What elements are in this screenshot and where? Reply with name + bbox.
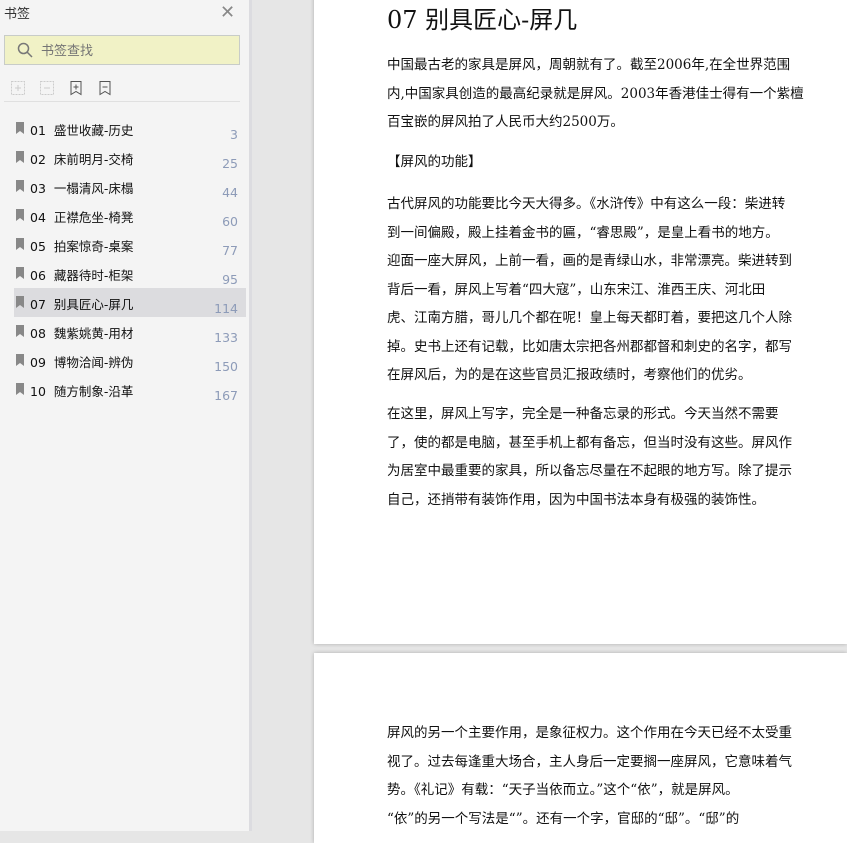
bookmark-item[interactable]: 06 藏器待时-柜架 95	[14, 259, 246, 288]
text-line: 为居室中最重要的家具，所以备忘尽量在不起眼的地方写。除了提示	[387, 463, 792, 479]
bookmark-label: 02 床前明月-交椅	[30, 152, 134, 167]
paragraph: 中国最古老的家具是屏风，周朝就有了。截至2006年,在全世界范围 内,中国家具创造…	[387, 51, 804, 137]
bookmark-item[interactable]: 01 盛世收藏-历史 3	[14, 114, 246, 143]
search-input[interactable]	[41, 42, 221, 58]
text-line: “依”的另一个写法是“”。还有一个字，官邸的“邸”。“邸”的	[387, 810, 740, 827]
text-line: 在这里，屏风上写字，完全是一种备忘录的形式。今天当然不需要	[387, 406, 779, 422]
bookmark-item[interactable]: 10 随方制象-沿革 167	[14, 375, 246, 404]
section-heading: 【屏风的功能】	[387, 154, 482, 170]
bookmark-icon	[16, 209, 24, 221]
bookmark-search[interactable]	[4, 35, 240, 65]
bookmark-icon	[16, 354, 24, 366]
panel-title: 书签	[4, 7, 31, 22]
page-number: 133	[214, 330, 238, 345]
paragraph: 在这里，屏风上写字，完全是一种备忘录的形式。今天当然不需要 了，使的都是电脑，甚至…	[387, 400, 792, 514]
bookmark-icon	[16, 325, 24, 337]
text-line: 中国最古老的家具是屏风，周朝就有了。截至2006年,在全世界范围	[387, 57, 791, 73]
bookmark-icon	[16, 296, 24, 308]
divider	[4, 101, 240, 102]
close-icon[interactable]: ✕	[220, 2, 235, 23]
text-line: 屏风的另一个主要作用，是象征权力。这个作用在今天已经不太受重	[387, 725, 792, 741]
page-number: 3	[230, 127, 238, 142]
bookmark-label: 10 随方制象-沿革	[30, 384, 134, 399]
remove-bookmark-icon[interactable]	[97, 80, 113, 96]
add-bookmark-icon[interactable]	[68, 80, 84, 96]
paragraph: 屏风的另一个主要作用，是象征权力。这个作用在今天已经不太受重 视了。过去每逢重大场…	[387, 719, 792, 833]
collapse-all-icon[interactable]	[39, 80, 55, 96]
bookmark-icon	[16, 122, 24, 134]
page-number: 25	[222, 156, 238, 171]
bookmark-label: 05 拍案惊奇-桌案	[30, 239, 134, 254]
bookmark-label: 07 别具匠心-屏几	[30, 297, 134, 312]
bookmark-item[interactable]: 05 拍案惊奇-桌案 77	[14, 230, 246, 259]
paragraph: 古代屏风的功能要比今天大得多。《水浒传》中有这么一段：柴进转 到一间偏殿，殿上挂着…	[387, 190, 792, 390]
page-number: 150	[214, 359, 238, 374]
bookmark-item[interactable]: 08 魏紫姚黄-用材 133	[14, 317, 246, 346]
text-line: 古代屏风的功能要比今天大得多。《水浒传》中有这么一段：柴进转	[387, 196, 786, 212]
page-number: 77	[222, 243, 238, 258]
bookmark-list: 01 盛世收藏-历史 3 02 床前明月-交椅 25 03 一榻清风-床榻 44 04 正襟…	[14, 114, 246, 404]
chapter-title: 07 别具匠心-屏几	[387, 6, 578, 34]
page-number: 60	[222, 214, 238, 229]
bookmark-label: 01 盛世收藏-历史	[30, 123, 134, 138]
page-number: 167	[214, 388, 238, 403]
bookmark-icon	[16, 151, 24, 163]
page-number: 114	[214, 301, 238, 316]
bookmark-item[interactable]: 03 一榻清风-床榻 44	[14, 172, 246, 201]
text-line: 百宝嵌的屏风拍了人民币大约2500万。	[387, 114, 624, 130]
text-line: 在屏风后，为的是在这些官员汇报政绩时，考察他们的优劣。	[387, 367, 752, 383]
page-number: 44	[222, 185, 238, 200]
text-line: 掉。史书上还有记载，比如唐太宗把各州郡都督和刺史的名字，都写	[387, 338, 792, 355]
bookmark-item[interactable]: 07 别具匠心-屏几 114	[14, 288, 246, 317]
text-line: 了，使的都是电脑，甚至手机上都有备忘，但当时没有这些。屏风作	[387, 434, 792, 451]
bookmark-icon	[16, 180, 24, 192]
bookmark-label: 08 魏紫姚黄-用材	[30, 326, 134, 341]
bookmark-item[interactable]: 04 正襟危坐-椅凳 60	[14, 201, 246, 230]
bookmark-icon	[16, 238, 24, 250]
text-line: 虎、江南方腊，哥儿几个都在呢！皇上每天都盯着，要把这几个人除	[387, 310, 792, 326]
expand-all-icon[interactable]	[10, 80, 26, 96]
bookmark-icon	[16, 267, 24, 279]
bookmark-panel: 书签 ✕ 01 盛世收藏-历史 3 02 床前明月-交椅 25 03 一榻清风-床榻 44…	[0, 0, 252, 831]
bookmark-label: 06 藏器待时-柜架	[30, 268, 134, 283]
text-line: 内,中国家具创造的最高纪录就是屏风。2003年香港佳士得有一个紫檀	[387, 85, 804, 102]
search-icon	[17, 42, 33, 58]
page-number: 95	[222, 272, 238, 287]
text-line: 势。《礼记》有载：“天子当依而立。”这个“依”，就是屏风。	[387, 782, 739, 798]
bookmark-icon	[16, 383, 24, 395]
bookmark-item[interactable]: 02 床前明月-交椅 25	[14, 143, 246, 172]
text-line: 背后一看，屏风上写着“四大寇”，山东宋江、淮西王庆、河北田	[387, 281, 766, 298]
bookmark-label: 04 正襟危坐-椅凳	[30, 210, 134, 225]
bookmark-label: 09 博物洽闻-辨伪	[30, 355, 134, 370]
text-line: 自己，还捎带有装饰作用，因为中国书法本身有极强的装饰性。	[387, 491, 765, 508]
document-page: 屏风的另一个主要作用，是象征权力。这个作用在今天已经不太受重 视了。过去每逢重大场…	[314, 653, 847, 843]
text-line: 迎面一座大屏风，上前一看，画的是青绿山水，非常漂亮。柴进转到	[387, 253, 792, 269]
bookmark-item[interactable]: 09 博物洽闻-辨伪 150	[14, 346, 246, 375]
text-line: 视了。过去每逢重大场合，主人身后一定要搁一座屏风，它意味着气	[387, 753, 792, 770]
bookmark-label: 03 一榻清风-床榻	[30, 181, 134, 196]
document-page: 07 别具匠心-屏几 中国最古老的家具是屏风，周朝就有了。截至2006年,在全世…	[314, 0, 847, 644]
text-line: 到一间偏殿，殿上挂着金书的匾，“睿思殿”，是皇上看书的地方。	[387, 224, 779, 241]
